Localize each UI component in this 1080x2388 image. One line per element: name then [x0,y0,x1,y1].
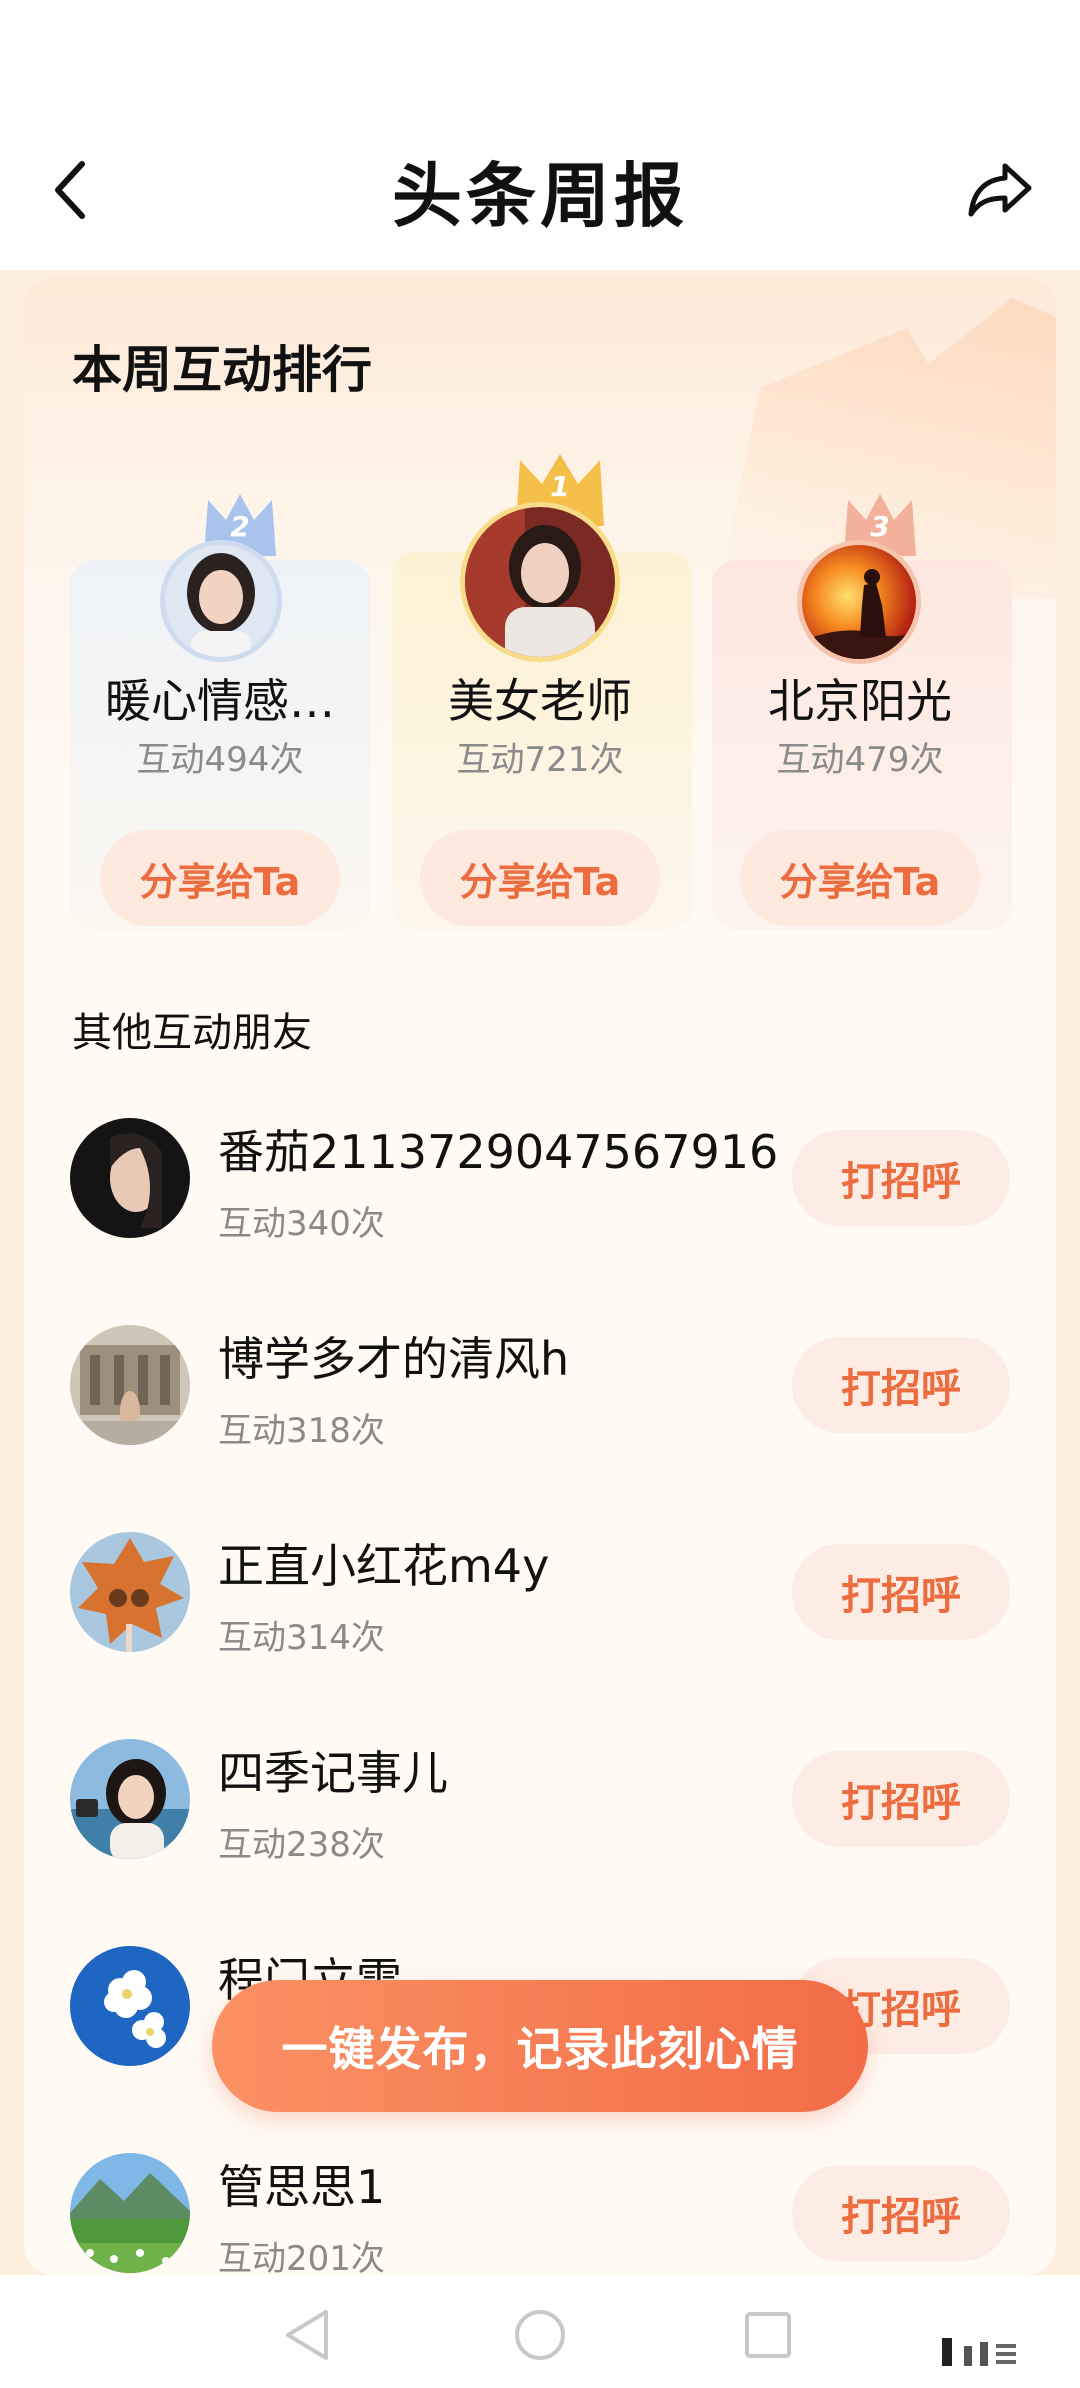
avatar[interactable] [802,545,916,659]
podium-count: 互动479次 [776,740,944,780]
avatar [70,1739,190,1859]
friend-name: 番茄2113729047567916 [218,1125,779,1179]
triangle-back-icon [286,2310,328,2360]
avatar [70,1325,190,1445]
friend-interaction-count: 互动314次 [218,1618,385,1658]
avatar[interactable] [165,545,277,657]
friend-name: 博学多才的清风h [218,1332,570,1386]
ranking-title: 本周互动排行 [72,341,372,399]
list-item[interactable]: 四季记事儿 互动238次 打招呼 [70,1739,1010,1879]
page-title: 头条周报 [392,155,688,237]
say-hi-button[interactable]: 打招呼 [792,2165,1010,2261]
nav-recents-button[interactable] [733,2300,803,2370]
avatar [70,1118,190,1238]
say-hi-button[interactable]: 打招呼 [792,1337,1010,1433]
crown-rank-2: 2 [230,510,250,543]
say-hi-button[interactable]: 打招呼 [792,1130,1010,1226]
share-to-friend-button[interactable]: 分享给Ta [420,830,660,926]
say-hi-button[interactable]: 打招呼 [792,1544,1010,1640]
list-item[interactable]: 博学多才的清风h 互动318次 打招呼 [70,1325,1010,1465]
crown-rank-3: 3 [870,510,890,543]
list-item[interactable]: 管思思1 互动201次 打招呼 [70,2153,1010,2293]
publish-mood-button[interactable]: 一键发布，记录此刻心情 [212,1980,868,2112]
friend-name: 管思思1 [218,2160,386,2214]
list-item[interactable]: 番茄2113729047567916 互动340次 打招呼 [70,1118,1010,1258]
avatar [70,2153,190,2273]
friend-interaction-count: 互动201次 [218,2239,385,2279]
crown-rank-1: 1 [550,470,570,503]
header-bar: 头条周报 [0,0,1080,270]
friend-interaction-count: 互动238次 [218,1825,385,1865]
list-item[interactable]: 正直小红花m4y 互动314次 打招呼 [70,1532,1010,1672]
avatar [70,1532,190,1652]
share-to-friend-button[interactable]: 分享给Ta [100,830,340,926]
watermark-icon [940,2332,1060,2372]
avatar [70,1946,190,2066]
friend-interaction-count: 互动318次 [218,1411,385,1451]
nav-home-button[interactable] [505,2300,575,2370]
share-button[interactable] [955,150,1045,230]
friend-name: 四季记事儿 [218,1746,448,1800]
friend-name: 正直小红花m4y [218,1539,550,1593]
circle-home-icon [515,2310,565,2360]
square-recents-icon [745,2312,791,2358]
say-hi-button[interactable]: 打招呼 [792,1751,1010,1847]
podium-name: 暖心情感… [105,674,335,728]
other-friends-title: 其他互动朋友 [72,1010,312,1056]
share-icon [968,163,1032,217]
nav-back-button[interactable] [272,2300,342,2370]
podium-count: 互动494次 [136,740,304,780]
podium-name: 北京阳光 [768,674,952,728]
avatar[interactable] [465,507,615,657]
podium-count: 互动721次 [456,740,624,780]
podium-name: 美女老师 [448,674,632,728]
share-to-friend-button[interactable]: 分享给Ta [740,830,980,926]
friend-interaction-count: 互动340次 [218,1204,385,1244]
